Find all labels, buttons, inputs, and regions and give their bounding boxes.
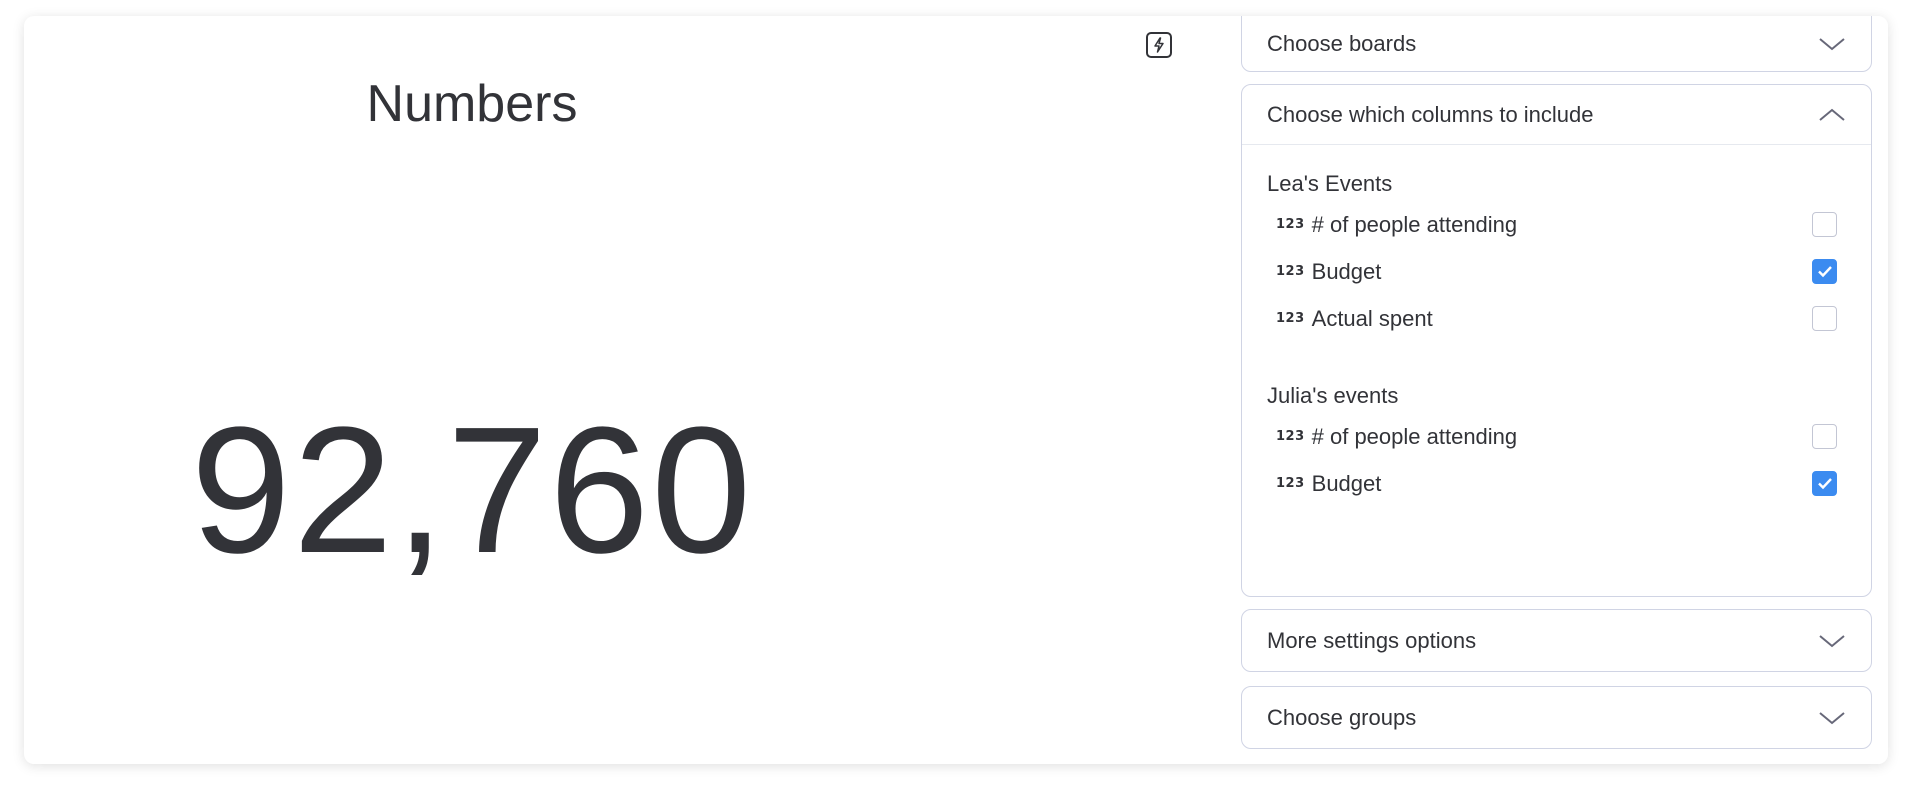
dashboard-widget-card: Numbers 92,760 Choose boards Choose whic…	[24, 16, 1888, 764]
choose-groups-label: Choose groups	[1267, 704, 1417, 730]
choose-boards-label: Choose boards	[1267, 31, 1417, 56]
column-label: Budget	[1311, 258, 1382, 284]
column-info: 123 Budget	[1276, 259, 1381, 285]
column-info: 123 # of people attending	[1276, 424, 1517, 450]
more-settings-section: More settings options	[1241, 609, 1872, 672]
chevron-down-icon	[1819, 38, 1845, 51]
column-checkbox[interactable]	[1812, 259, 1837, 284]
choose-boards-section: Choose boards	[1241, 16, 1872, 72]
choose-groups-header[interactable]: Choose groups	[1242, 687, 1871, 748]
column-row[interactable]: 123 # of people attending	[1267, 201, 1846, 248]
column-checkbox[interactable]	[1812, 306, 1837, 331]
lightning-icon[interactable]	[1146, 32, 1172, 58]
column-label: Actual spent	[1311, 305, 1433, 331]
column-row[interactable]: 123 Budget	[1267, 248, 1846, 295]
checkmark-icon	[1817, 266, 1832, 278]
numbers-column-icon: 123	[1276, 311, 1305, 326]
numbers-widget: Numbers 92,760	[24, 16, 1214, 764]
column-info: 123 # of people attending	[1276, 212, 1517, 238]
more-settings-header[interactable]: More settings options	[1242, 610, 1871, 671]
board-name: Julia's events	[1267, 383, 1399, 408]
settings-panel: Choose boards Choose which columns to in…	[1213, 16, 1888, 764]
column-label: # of people attending	[1311, 211, 1518, 237]
chevron-down-icon	[1819, 634, 1845, 647]
column-row[interactable]: 123 Budget	[1267, 460, 1846, 507]
numbers-column-icon: 123	[1276, 429, 1305, 444]
numbers-column-icon: 123	[1276, 476, 1305, 491]
numbers-column-icon: 123	[1276, 264, 1305, 279]
choose-groups-section: Choose groups	[1241, 686, 1872, 749]
choose-columns-section: Choose which columns to include Lea's Ev…	[1241, 84, 1872, 597]
choose-columns-header[interactable]: Choose which columns to include	[1242, 85, 1871, 145]
column-label: # of people attending	[1311, 423, 1518, 449]
chevron-up-icon	[1819, 108, 1845, 121]
lightning-glyph	[1154, 37, 1164, 53]
widget-value: 92,760	[190, 390, 754, 591]
column-row[interactable]: 123 Actual spent	[1267, 295, 1846, 342]
column-checkbox[interactable]	[1812, 471, 1837, 496]
more-settings-label: More settings options	[1267, 627, 1477, 653]
widget-title: Numbers	[366, 75, 578, 133]
board-group-julias-events: Julia's events 123 # of people attending…	[1267, 383, 1846, 507]
column-info: 123 Actual spent	[1276, 306, 1433, 332]
numbers-column-icon: 123	[1276, 217, 1305, 232]
chevron-down-icon	[1819, 711, 1845, 724]
choose-columns-label: Choose which columns to include	[1267, 101, 1594, 127]
choose-boards-header[interactable]: Choose boards	[1242, 16, 1871, 73]
column-checkbox[interactable]	[1812, 212, 1837, 237]
column-info: 123 Budget	[1276, 471, 1381, 497]
column-checkbox[interactable]	[1812, 424, 1837, 449]
board-group-leas-events: Lea's Events 123 # of people attending 1…	[1267, 171, 1846, 342]
column-label: Budget	[1311, 470, 1382, 496]
checkmark-icon	[1817, 478, 1832, 490]
column-row[interactable]: 123 # of people attending	[1267, 413, 1846, 460]
board-name: Lea's Events	[1267, 171, 1393, 196]
